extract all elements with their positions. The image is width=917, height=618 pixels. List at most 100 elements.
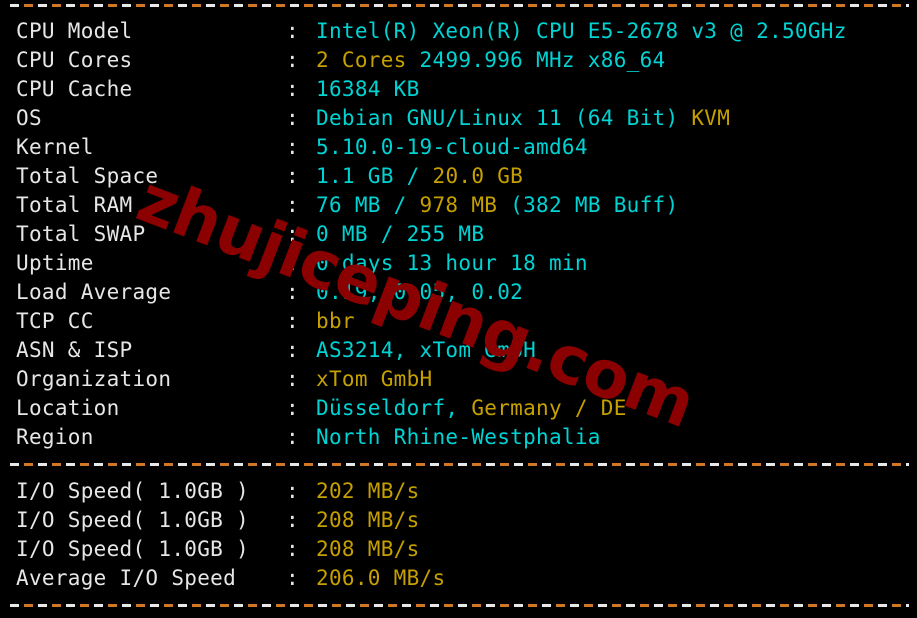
info-label: ASN & ISP [16, 338, 133, 362]
info-value-part: Debian GNU/Linux 11 (64 Bit) [316, 106, 692, 130]
info-label: Uptime [16, 251, 94, 275]
info-label: Total Space [16, 164, 159, 188]
info-label: Load Average [16, 280, 172, 304]
info-colon: : [286, 367, 299, 391]
info-value-part: 16384 KB [316, 77, 420, 101]
info-value: 208 MB/s [316, 506, 420, 535]
info-colon: : [286, 508, 299, 532]
info-colon: : [286, 135, 299, 159]
info-value-part: 5.10.0-19-cloud-amd64 [316, 135, 588, 159]
info-value-part: (382 MB Buff) [497, 193, 679, 217]
info-value-part: 76 MB / [316, 193, 420, 217]
info-label: Region [16, 425, 94, 449]
info-colon: : [286, 537, 299, 561]
info-value-part: 2499.996 MHz x86_64 [406, 48, 666, 72]
info-value: xTom GmbH [316, 365, 433, 394]
system-info-section: CPU Model: Intel(R) Xeon(R) CPU E5-2678 v… [0, 17, 917, 452]
info-value: 0.19, 0.05, 0.02 [316, 278, 523, 307]
info-value-highlight: 206.0 MB/s [316, 566, 446, 590]
info-value-part: Düsseldorf, [316, 396, 472, 420]
info-row: Total Space:1.1 GB / 20.0 GB [0, 162, 917, 191]
info-label: OS [16, 106, 42, 130]
info-colon: : [286, 77, 299, 101]
info-colon: : [286, 280, 299, 304]
info-label: I/O Speed( 1.0GB ) [16, 479, 249, 503]
info-label: Organization [16, 367, 172, 391]
info-label: Kernel [16, 135, 94, 159]
info-value-part: 1.1 GB / [316, 164, 433, 188]
info-colon: : [286, 396, 299, 420]
info-label: TCP CC [16, 309, 94, 333]
info-value: 5.10.0-19-cloud-amd64 [316, 133, 588, 162]
info-colon: : [286, 479, 299, 503]
info-colon: : [286, 48, 299, 72]
info-value: 208 MB/s [316, 535, 420, 564]
info-row: CPU Model: Intel(R) Xeon(R) CPU E5-2678 v… [0, 17, 917, 46]
info-row: Location: Düsseldorf, Germany / DE [0, 394, 917, 423]
info-value: Debian GNU/Linux 11 (64 Bit) KVM [316, 104, 730, 133]
info-value: North Rhine-Westphalia [316, 423, 601, 452]
info-label: Total SWAP [16, 222, 146, 246]
info-value: Intel(R) Xeon(R) CPU E5-2678 v3 @ 2.50GH… [316, 17, 847, 46]
info-value-highlight: 2 Cores [316, 48, 407, 72]
info-colon: : [286, 338, 299, 362]
info-colon: : [286, 251, 299, 275]
info-colon: : [286, 193, 299, 217]
info-colon: : [286, 164, 299, 188]
info-value: 76 MB / 978 MB (382 MB Buff) [316, 191, 678, 220]
info-value: 206.0 MB/s [316, 564, 445, 593]
info-value: bbr [316, 307, 355, 336]
info-row: ASN & ISP: AS3214, xTom GmbH [0, 336, 917, 365]
info-colon: : [286, 566, 299, 590]
info-row: Average I/O Speed:206.0 MB/s [0, 564, 917, 593]
info-label: Location [16, 396, 120, 420]
info-label: CPU Model [16, 19, 133, 43]
info-value-part: AS3214, xTom GmbH [316, 338, 537, 362]
info-value-highlight: KVM [691, 106, 731, 130]
info-value: 0 MB / 255 MB [316, 220, 484, 249]
info-row: CPU Cache:16384 KB [0, 75, 917, 104]
info-row: TCP CC: bbr [0, 307, 917, 336]
info-row: Organization: xTom GmbH [0, 365, 917, 394]
info-row: I/O Speed( 1.0GB ):208 MB/s [0, 506, 917, 535]
info-value-part: 0.19, 0.05, 0.02 [316, 280, 524, 304]
info-row: Region: North Rhine-Westphalia [0, 423, 917, 452]
info-value-highlight: 208 MB/s [316, 537, 420, 561]
info-value-highlight: 202 MB/s [316, 479, 420, 503]
info-row: I/O Speed( 1.0GB ):202 MB/s [0, 477, 917, 506]
info-value: 0 days 13 hour 18 min [316, 249, 588, 278]
info-row: Kernel:5.10.0-19-cloud-amd64 [0, 133, 917, 162]
info-colon: : [286, 19, 299, 43]
info-colon: : [286, 106, 299, 130]
info-row: I/O Speed( 1.0GB ):208 MB/s [0, 535, 917, 564]
info-row: CPU Cores:2 Cores 2499.996 MHz x86_64 [0, 46, 917, 75]
separator-line-top [10, 4, 909, 7]
info-label: I/O Speed( 1.0GB ) [16, 508, 249, 532]
info-colon: : [286, 425, 299, 449]
info-value: 16384 KB [316, 75, 420, 104]
info-value-highlight: Germany / DE [471, 396, 627, 420]
info-value-highlight: xTom GmbH [316, 367, 433, 391]
info-row: Total SWAP:0 MB / 255 MB [0, 220, 917, 249]
info-value-part: 0 days 13 hour 18 min [316, 251, 588, 275]
info-value: AS3214, xTom GmbH [316, 336, 536, 365]
info-value-highlight: bbr [316, 309, 355, 333]
info-row: OS: Debian GNU/Linux 11 (64 Bit) KVM [0, 104, 917, 133]
io-speed-section: I/O Speed( 1.0GB ):202 MB/s I/O Speed( 1.… [0, 477, 917, 593]
info-value-part: Intel(R) Xeon(R) CPU E5-2678 v3 @ 2.50GH… [316, 19, 847, 43]
info-value-highlight: 20.0 GB [432, 164, 524, 188]
info-row: Uptime:0 days 13 hour 18 min [0, 249, 917, 278]
info-label: I/O Speed( 1.0GB ) [16, 537, 249, 561]
info-label: Average I/O Speed [16, 566, 237, 590]
info-value-part: 0 MB / 255 MB [316, 222, 485, 246]
info-value: 1.1 GB / 20.0 GB [316, 162, 523, 191]
info-value-part: North Rhine-Westphalia [316, 425, 601, 449]
terminal-output: CPU Model: Intel(R) Xeon(R) CPU E5-2678 v… [0, 0, 917, 618]
info-value: 2 Cores 2499.996 MHz x86_64 [316, 46, 665, 75]
info-value: 202 MB/s [316, 477, 420, 506]
info-label: Total RAM [16, 193, 133, 217]
info-value-highlight: 208 MB/s [316, 508, 420, 532]
info-colon: : [286, 309, 299, 333]
separator-line-bottom [10, 604, 909, 607]
info-label: CPU Cores [16, 48, 133, 72]
